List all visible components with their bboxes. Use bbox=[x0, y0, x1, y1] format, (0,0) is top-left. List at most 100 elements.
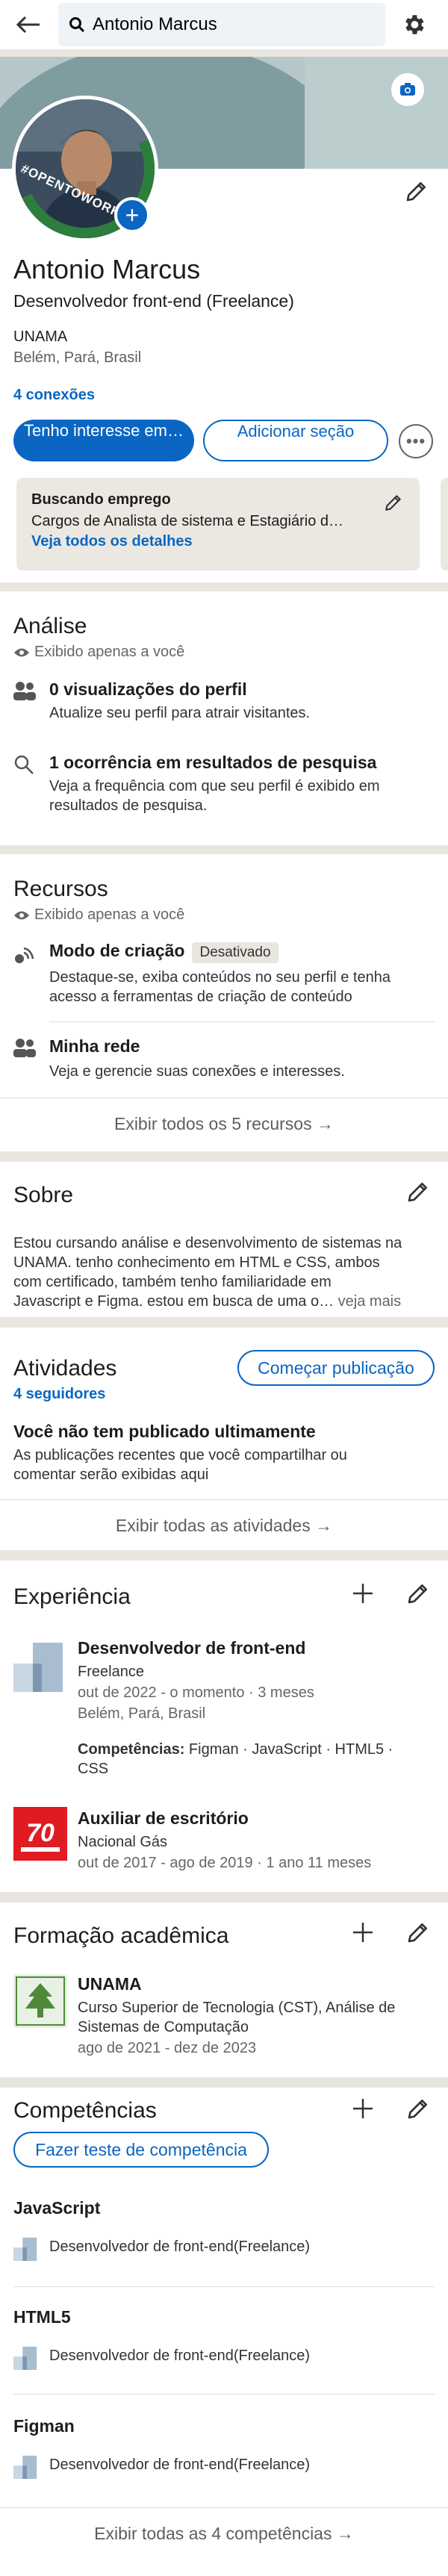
analytics-private-note: Exibido apenas a você bbox=[13, 644, 184, 661]
my-network-title[interactable]: Minha rede bbox=[49, 1036, 140, 1057]
private-note-text: Exibido apenas a você bbox=[34, 906, 185, 923]
experience-1-dates: out de 2022 - o momento · 3 meses bbox=[78, 1684, 314, 1701]
search-input[interactable]: Antonio Marcus bbox=[58, 3, 385, 46]
private-note-text: Exibido apenas a você bbox=[34, 644, 185, 660]
plus-icon bbox=[353, 2099, 373, 2118]
pencil-icon bbox=[408, 1584, 427, 1604]
open-to-work-details-link[interactable]: Veja todos os detalhes bbox=[31, 533, 405, 550]
search-value: Antonio Marcus bbox=[93, 14, 217, 34]
pencil-icon bbox=[408, 1183, 427, 1202]
settings-button[interactable] bbox=[399, 10, 429, 40]
experience-1-skills-2: CSS bbox=[78, 1761, 109, 1777]
resources-title: Recursos bbox=[13, 877, 108, 901]
edit-skills-button[interactable] bbox=[406, 2097, 430, 2121]
education-degree-2: Sistemas de Computação bbox=[78, 2019, 249, 2035]
add-experience-button[interactable] bbox=[351, 1581, 375, 1605]
back-button[interactable] bbox=[10, 7, 46, 43]
broadcast-icon bbox=[13, 944, 36, 965]
gear-icon bbox=[405, 15, 424, 34]
start-post-button[interactable]: Começar publicação bbox=[237, 1350, 435, 1386]
analytics-title: Análise bbox=[13, 614, 87, 638]
activity-title: Atividades bbox=[13, 1356, 117, 1381]
add-photo-button[interactable]: + bbox=[114, 197, 150, 233]
search-appearances-desc-2: resultados de pesquisa. bbox=[49, 797, 208, 814]
activity-empty-desc-1: As publicações recentes que você compart… bbox=[13, 1447, 347, 1463]
followers-count[interactable]: 4 seguidores bbox=[13, 1386, 105, 1403]
school-logo[interactable] bbox=[13, 1974, 67, 2028]
eye-icon bbox=[14, 648, 29, 656]
show-all-skills-link[interactable]: Exibir todas as 4 competências → bbox=[0, 2524, 448, 2544]
skill-3-name[interactable]: Figman bbox=[13, 2416, 75, 2436]
show-all-resources-link[interactable]: Exibir todos os 5 recursos → bbox=[0, 1114, 448, 1134]
profile-views-desc: Atualize seu perfil para atrair visitant… bbox=[49, 705, 311, 721]
connections-link[interactable]: 4 conexões bbox=[13, 387, 95, 404]
about-line-3: com certificado, também tenho familiarid… bbox=[13, 1274, 332, 1290]
experience-1-title[interactable]: Desenvolvedor de front-end bbox=[78, 1638, 305, 1658]
divider bbox=[13, 2286, 435, 2287]
edit-about-button[interactable] bbox=[406, 1180, 430, 1204]
search-appearances-title[interactable]: 1 ocorrência em resultados de pesquisa bbox=[49, 753, 376, 773]
profile-location: Belém, Pará, Brasil bbox=[13, 349, 142, 366]
top-bar: Antonio Marcus bbox=[0, 0, 448, 49]
skills-list: Figman · JavaScript · HTML5 · bbox=[184, 1741, 393, 1758]
company-logo-placeholder[interactable] bbox=[13, 1638, 67, 1692]
company-logo-placeholder bbox=[13, 2454, 39, 2479]
open-to-work-card[interactable]: Buscando emprego Cargos de Analista de s… bbox=[16, 478, 420, 570]
skill-1-source: Desenvolvedor de front-end(Freelance) bbox=[49, 2239, 311, 2255]
creator-mode-title[interactable]: Modo de criação Desativado bbox=[49, 941, 279, 963]
experience-2-company: Nacional Gás bbox=[78, 1834, 168, 1850]
profile-views-title[interactable]: 0 visualizações do perfil bbox=[49, 679, 247, 700]
search-icon bbox=[69, 17, 85, 33]
edit-experience-button[interactable] bbox=[406, 1581, 430, 1605]
activity-empty-title: Você não tem publicado ultimamente bbox=[13, 1422, 316, 1441]
skill-2-name[interactable]: HTML5 bbox=[13, 2307, 71, 2327]
company-logo-placeholder bbox=[13, 2345, 39, 2370]
creator-mode-desc-1: Destaque-se, exiba conteúdos no seu perf… bbox=[49, 969, 391, 986]
people-icon bbox=[13, 681, 36, 700]
experience-card bbox=[0, 1561, 448, 1892]
search-appearances-desc-1: Veja a frequência com que seu perfil é e… bbox=[49, 778, 380, 794]
skill-1-name[interactable]: JavaScript bbox=[13, 2198, 100, 2218]
nacional-gas-logo[interactable]: 70 bbox=[13, 1807, 67, 1861]
edit-intro-button[interactable] bbox=[405, 179, 429, 203]
plus-icon bbox=[353, 1923, 373, 1942]
education-degree-1: Curso Superior de Tecnologia (CST), Anál… bbox=[78, 2000, 396, 2016]
status-badge: Desativado bbox=[192, 942, 279, 963]
resources-private-note: Exibido apenas a você bbox=[13, 906, 184, 924]
show-all-activity-link[interactable]: Exibir todas as atividades → bbox=[0, 1516, 448, 1536]
add-section-button[interactable]: Adicionar seção bbox=[203, 420, 388, 461]
about-line-1: Estou cursando análise e desenvolvimento… bbox=[13, 1235, 402, 1251]
take-skill-assessment-button[interactable]: Fazer teste de competência bbox=[13, 2132, 269, 2168]
profile-headline: Desenvolvedor front-end (Freelance) bbox=[13, 291, 294, 311]
skill-2-source: Desenvolvedor de front-end(Freelance) bbox=[49, 2348, 311, 2364]
arrow-left-icon bbox=[16, 16, 40, 34]
education-school[interactable]: UNAMA bbox=[78, 1974, 142, 1994]
about-line-2: UNAMA. tenho conhecimento em HTML e CSS,… bbox=[13, 1254, 380, 1271]
more-button[interactable]: ••• bbox=[399, 424, 433, 458]
see-more-link[interactable]: veja mais bbox=[338, 1293, 401, 1310]
edit-education-button[interactable] bbox=[406, 1920, 430, 1944]
more-icon: ••• bbox=[405, 432, 426, 450]
next-card-peek[interactable] bbox=[441, 478, 448, 570]
open-to-button[interactable]: Tenho interesse em… bbox=[13, 420, 194, 461]
edit-open-to-work-button[interactable] bbox=[384, 493, 403, 512]
eye-icon bbox=[14, 911, 29, 919]
experience-1-location: Belém, Pará, Brasil bbox=[78, 1705, 206, 1722]
open-to-work-desc: Cargos de Analista de sistema e Estagiár… bbox=[31, 513, 343, 529]
open-to-work-title: Buscando emprego bbox=[31, 491, 171, 508]
edit-banner-button[interactable] bbox=[391, 73, 424, 106]
my-network-desc: Veja e gerencie suas conexões e interess… bbox=[49, 1063, 345, 1080]
add-education-button[interactable] bbox=[351, 1920, 375, 1944]
pencil-icon bbox=[408, 2100, 427, 2119]
creator-mode-label: Modo de criação bbox=[49, 941, 185, 960]
creator-mode-desc-2: acesso a ferramentas de criação de conte… bbox=[49, 989, 352, 1005]
people-icon bbox=[13, 1038, 36, 1057]
experience-title: Experiência bbox=[13, 1584, 131, 1609]
search-icon bbox=[13, 754, 34, 775]
skill-3-source: Desenvolvedor de front-end(Freelance) bbox=[49, 2457, 311, 2473]
add-skill-button[interactable] bbox=[351, 2097, 375, 2121]
education-title: Formação acadêmica bbox=[13, 1923, 229, 1948]
about-line-4-text: Javascript e Figma. estou em busca de um… bbox=[13, 1293, 335, 1310]
experience-2-title[interactable]: Auxiliar de escritório bbox=[78, 1808, 249, 1829]
camera-icon bbox=[400, 83, 415, 96]
